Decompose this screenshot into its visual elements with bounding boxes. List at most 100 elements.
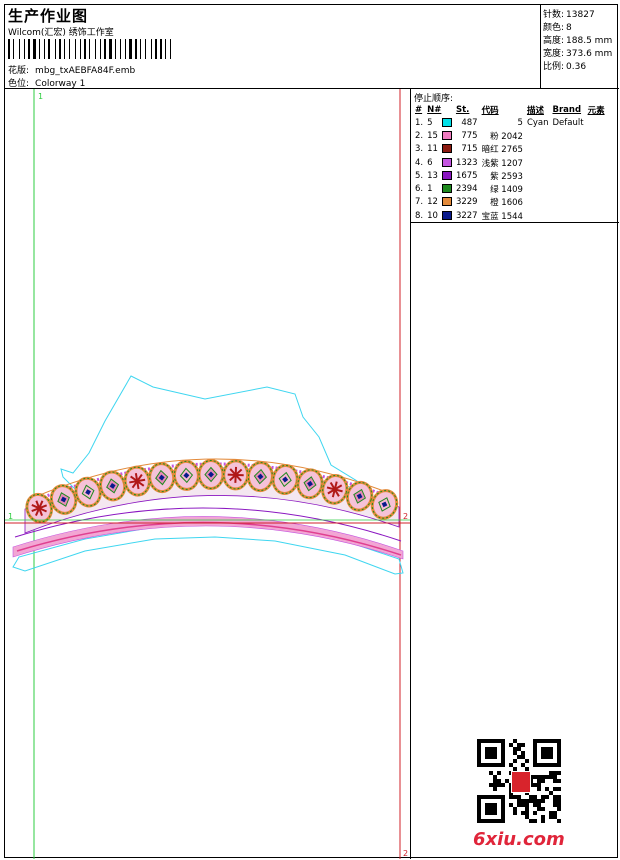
stop-cell-n: 6 <box>427 157 433 168</box>
color-swatch <box>441 184 452 194</box>
column-header: Brand <box>552 104 582 115</box>
stop-cell-brand <box>551 156 586 169</box>
stop-cell-idx: 6. <box>415 184 424 195</box>
stop-row: 7. 12 3229 橙 1606 <box>413 196 607 209</box>
stop-row: 1. 5 487 5 Cyan Default <box>413 116 607 129</box>
stop-sequence-panel: 停止顺序: # N# St. 代码 描述 Brand 元素 1. 5 487 5 Cyan Defau… <box>411 89 619 223</box>
stop-cell-n: 5 <box>427 117 433 128</box>
design-label: 花版: <box>8 66 30 76</box>
stat-scale: 比例: 0.36 <box>543 62 587 72</box>
stat-width: 宽度: 373.6 mm <box>543 49 613 59</box>
stop-cell-st: 3227 <box>455 210 478 221</box>
stop-row: 4. 6 1323 浅紫 1207 <box>413 156 607 169</box>
stop-cell-n: 11 <box>427 144 438 155</box>
stop-cell-brand <box>551 209 586 222</box>
colorway-row: 色位: Colorway 1 <box>8 76 85 89</box>
marker-left-mid: 1 <box>8 512 13 521</box>
column-header: 描述 <box>526 105 544 116</box>
stat-colors: 颜色: 8 <box>543 23 572 33</box>
stop-cell-st: 715 <box>461 144 478 155</box>
watermark: 6xiu.com <box>473 829 565 850</box>
color-swatch-cell <box>440 129 454 142</box>
stat-stitches: 针数: 13827 <box>543 10 595 20</box>
color-swatch-cell <box>440 116 454 129</box>
color-swatch <box>441 210 452 220</box>
stop-cell-code: 紫 2593 <box>490 171 523 182</box>
stop-cell-n: 13 <box>427 170 438 181</box>
stop-cell-n: 15 <box>427 130 438 141</box>
marker-right-mid: 2 <box>403 512 408 521</box>
motif <box>148 462 176 494</box>
stop-row: 8. 10 3227 宝蓝 1544 <box>413 209 607 222</box>
stop-cell-idx: 1. <box>415 117 424 128</box>
stop-cell-brand <box>551 196 586 209</box>
stop-cell-desc: Cyan <box>526 117 549 128</box>
stop-cell-idx: 5. <box>415 170 424 181</box>
stop-cell-idx: 4. <box>415 157 424 168</box>
stop-row: 3. 11 715 暗红 2765 <box>413 143 607 156</box>
stop-row: 2. 15 775 粉 2042 <box>413 129 607 142</box>
stop-cell-brand <box>551 129 586 142</box>
garment-outline-bottom <box>12 522 404 575</box>
stop-cell-code: 橙 1606 <box>490 198 523 209</box>
color-swatch <box>441 197 452 207</box>
motif <box>246 461 274 493</box>
stop-cell-desc <box>525 169 551 182</box>
stop-cell-desc <box>525 209 551 222</box>
stop-cell-brand <box>551 143 586 156</box>
color-swatch <box>441 170 452 180</box>
stop-sequence-table: # N# St. 代码 描述 Brand 元素 1. 5 487 5 Cyan Default 2. 15… <box>413 103 607 222</box>
color-swatch <box>441 157 452 167</box>
marker-right-bottom: 2 <box>403 849 408 858</box>
stop-cell-idx: 3. <box>415 144 424 155</box>
color-swatch <box>441 117 452 127</box>
stop-cell-st: 1323 <box>455 157 478 168</box>
colorway-label: 色位: <box>8 79 30 89</box>
color-swatch <box>441 130 452 140</box>
qr-area: 6xiu.com <box>411 223 619 859</box>
design-file: mbg_txAEBFA84F.emb <box>35 66 136 76</box>
stop-cell-brand <box>551 182 586 195</box>
stop-cell-idx: 7. <box>415 197 424 208</box>
design-file-row: 花版: mbg_txAEBFA84F.emb <box>8 63 135 76</box>
stop-cell-n: 1 <box>427 184 433 195</box>
motif <box>222 459 250 491</box>
color-swatch-cell <box>440 143 454 156</box>
color-swatch-cell <box>440 169 454 182</box>
stat-height: 高度: 188.5 mm <box>543 36 613 46</box>
stop-row: 6. 1 2394 绿 1409 <box>413 182 607 195</box>
color-swatch-cell <box>440 209 454 222</box>
stop-cell-idx: 2. <box>415 130 424 141</box>
embroidery-design: 1 2 1 2 <box>5 89 410 859</box>
company-name: Wilcom(汇宏) 绣饰工作室 <box>8 28 114 38</box>
color-swatch-cell <box>440 156 454 169</box>
stop-cell-n: 12 <box>427 197 438 208</box>
stop-cell-st: 2394 <box>455 184 478 195</box>
color-swatch-cell <box>440 196 454 209</box>
stop-cell-desc <box>525 143 551 156</box>
red-seal-logo <box>511 771 531 793</box>
production-sheet: 生产作业图 Wilcom(汇宏) 绣饰工作室 花版: mbg_txAEBFA84F… <box>4 4 619 859</box>
column-header: # <box>415 104 423 115</box>
color-swatch-cell <box>440 182 454 195</box>
column-header: N# <box>427 104 442 115</box>
stop-cell-st: 775 <box>461 130 478 141</box>
motif <box>197 459 225 490</box>
header-left: 生产作业图 Wilcom(汇宏) 绣饰工作室 花版: mbg_txAEBFA84F… <box>5 5 541 89</box>
stop-cell-n: 10 <box>427 210 438 221</box>
stop-cell-code: 5 <box>517 117 523 128</box>
stop-cell-st: 3229 <box>455 197 478 208</box>
stop-cell-desc <box>525 129 551 142</box>
stop-cell-st: 1675 <box>455 170 478 181</box>
color-swatch <box>441 144 452 154</box>
motif <box>172 459 200 491</box>
colorway-value: Colorway 1 <box>35 79 86 89</box>
design-preview: 1 2 1 2 <box>5 89 411 859</box>
stop-cell-brand: Default <box>552 117 584 128</box>
column-header: 代码 <box>481 105 499 116</box>
barcode <box>8 39 218 59</box>
stop-cell-code: 浅紫 1207 <box>481 158 523 169</box>
stop-cell-brand <box>551 169 586 182</box>
stop-cell-code: 粉 2042 <box>490 131 523 142</box>
stop-cell-code: 绿 1409 <box>490 185 523 196</box>
